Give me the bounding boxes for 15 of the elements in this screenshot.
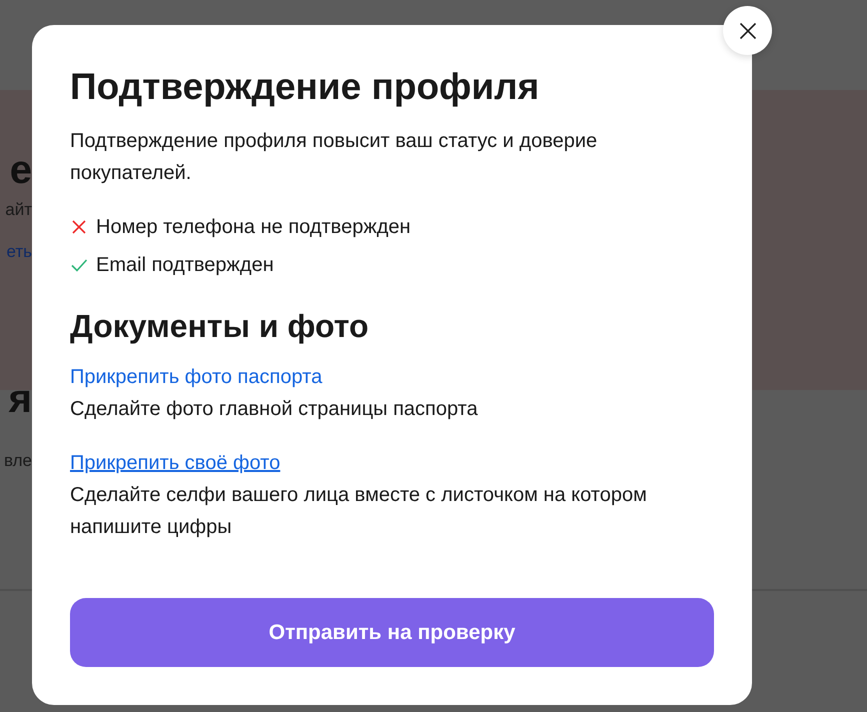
attach-link[interactable]: Прикрепить своё фото [70,447,280,479]
attach-hint: Сделайте селфи вашего лица вместе с листочком на котором напишите цифры [70,483,648,540]
attach-hint: Сделайте фото главной страницы паспорта [70,397,478,422]
page-text: айт [4,200,32,220]
attach-link[interactable]: Прикрепить фото паспорта [70,361,322,393]
check-label: Номер телефона не подтвержден [96,215,411,240]
section-title: Документы и фото [70,307,370,346]
page-heading: е [10,147,32,194]
submit-button[interactable]: Отправить на проверку [70,598,714,667]
close-icon [738,22,756,40]
modal-description: Подтверждение профиля повысит ваш статус и доверие покупателей. [70,129,598,186]
modal-title: Подтверждение профиля [70,65,540,109]
check-label: Email подтвержден [96,253,274,278]
section-text: вле [2,451,32,471]
section-heading: я [8,376,32,423]
